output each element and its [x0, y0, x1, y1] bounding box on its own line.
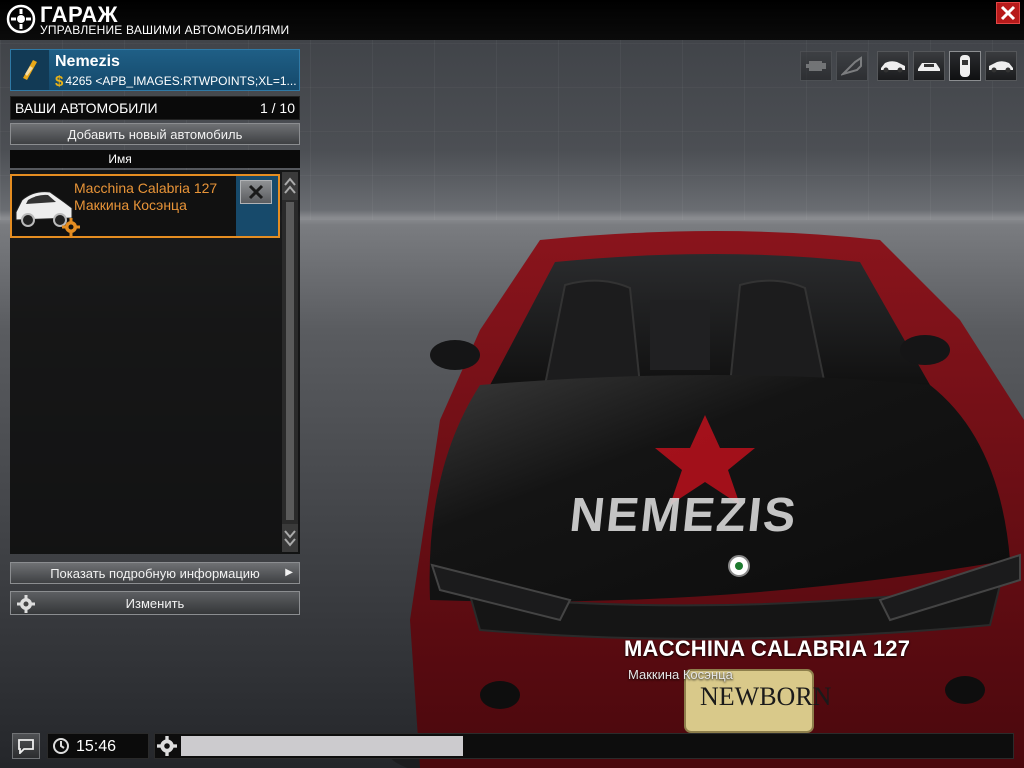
side-view-button[interactable] — [877, 51, 909, 81]
chat-button[interactable] — [12, 733, 40, 759]
vehicle-subtitle: Маккина Косэнца — [628, 667, 733, 682]
chevron-right-icon: ▶ — [285, 567, 293, 578]
garage-panel: Nemezis $4265 <APB_IMAGES:RTWPOINTS;XL=1… — [10, 49, 300, 615]
close-icon — [1000, 5, 1016, 21]
chevron-down-icon — [284, 530, 296, 547]
engine-icon — [806, 61, 826, 71]
garage-wheel-icon — [6, 4, 36, 34]
progress-track — [181, 736, 1011, 756]
gear-icon — [157, 736, 177, 756]
car-front-icon — [918, 63, 940, 71]
column-header-name[interactable]: Имя — [10, 150, 300, 168]
clock-icon — [53, 738, 69, 754]
license-plate: NEWBORN — [700, 682, 832, 711]
add-car-button[interactable]: Добавить новый автомобиль — [10, 123, 300, 145]
list-scrollbar[interactable] — [282, 172, 298, 552]
chat-bubble-icon — [18, 739, 34, 754]
progress-fill — [181, 736, 464, 756]
edit-label: Изменить — [125, 595, 185, 611]
cars-header: ВАШИ АВТОМОБИЛИ 1 / 10 — [10, 96, 300, 120]
hood-decal: NEMEZIS — [567, 489, 801, 542]
part-view-toolbar — [796, 51, 868, 81]
clock: 15:46 — [47, 733, 149, 759]
player-name: Nemezis — [55, 53, 120, 70]
scroll-down-button[interactable] — [282, 524, 298, 552]
money-icon: $ — [55, 73, 64, 90]
scroll-up-button[interactable] — [282, 172, 298, 200]
camera-view-toolbar — [873, 51, 1017, 81]
car-nickname: Маккина Косэнца — [74, 197, 187, 213]
title-bar: ГАРАЖ УПРАВЛЕНИЕ ВАШИМИ АВТОМОБИЛЯМИ — [0, 0, 1024, 40]
rank-chevron-icon — [11, 50, 49, 90]
scroll-thumb[interactable] — [286, 202, 294, 520]
money-value: 4265 <APB_IMAGES:RTWPOINTS;XL=1... — [65, 74, 297, 88]
close-button[interactable] — [996, 2, 1020, 24]
player-card: Nemezis $4265 <APB_IMAGES:RTWPOINTS;XL=1… — [10, 49, 300, 91]
close-icon — [248, 184, 264, 200]
player-money: $4265 <APB_IMAGES:RTWPOINTS;XL=1... — [55, 73, 299, 90]
horn-view-button[interactable] — [836, 51, 868, 81]
car-actions — [236, 176, 278, 236]
front-view-button[interactable] — [913, 51, 945, 81]
customize-gear-icon — [62, 218, 80, 236]
list-item[interactable]: Macchina Calabria 127 Маккина Косэнца — [10, 174, 280, 238]
car-list: Macchina Calabria 127 Маккина Косэнца — [10, 170, 300, 554]
car-model-name: Macchina Calabria 127 — [74, 180, 218, 196]
loading-progress — [154, 733, 1014, 759]
clock-time: 15:46 — [76, 738, 117, 755]
cars-title: ВАШИ АВТОМОБИЛИ — [15, 100, 158, 116]
show-details-button[interactable]: Показать подробную информацию ▶ — [10, 562, 300, 584]
car-rear-icon — [989, 61, 1013, 73]
show-details-label: Показать подробную информацию — [50, 565, 260, 581]
engine-view-button[interactable] — [800, 51, 832, 81]
page-subtitle: УПРАВЛЕНИЕ ВАШИМИ АВТОМОБИЛЯМИ — [40, 23, 290, 37]
top-view-button[interactable] — [949, 51, 981, 81]
car-thumbnail — [12, 178, 80, 236]
car-top-icon — [960, 55, 970, 77]
rear-view-button[interactable] — [985, 51, 1017, 81]
edit-button[interactable]: Изменить — [10, 591, 300, 615]
car-side-icon — [881, 61, 905, 73]
vehicle-title: MACCHINA CALABRIA 127 — [624, 636, 911, 661]
chevron-up-icon — [284, 177, 296, 194]
horn-icon — [841, 56, 862, 76]
delete-car-button[interactable] — [240, 180, 272, 204]
gear-icon — [17, 595, 35, 613]
cars-count: 1 / 10 — [259, 100, 295, 116]
